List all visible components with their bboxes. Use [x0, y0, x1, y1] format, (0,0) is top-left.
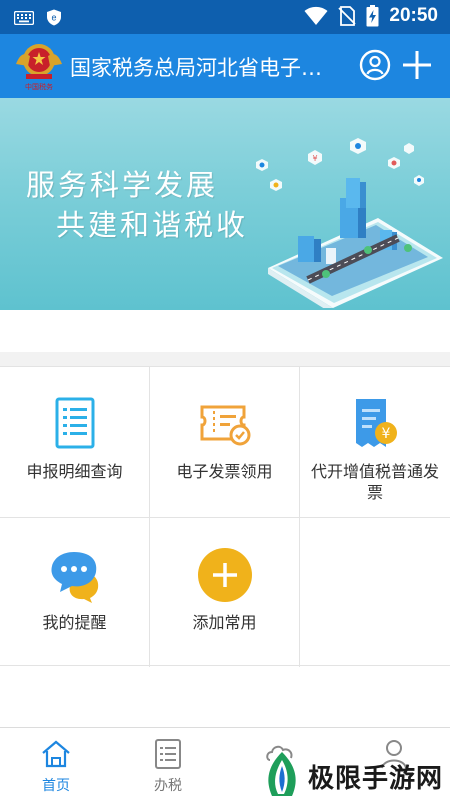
grid-item-label: 我的提醒	[42, 613, 107, 632]
app-title: 国家税务总局河北省电子税务局	[70, 56, 340, 80]
grid-item-e-invoice[interactable]: 电子发票领用	[150, 367, 300, 517]
banner-slogan-line2: 共建和谐税收	[56, 208, 249, 242]
grid-item-label: 电子发票领用	[176, 462, 273, 481]
svg-text:中国税务: 中国税务	[25, 82, 53, 91]
yuan-invoice-icon: ¥	[356, 399, 397, 447]
battery-charging-icon	[366, 5, 379, 27]
nav-label: 首页	[42, 778, 70, 794]
banner-indicator-strip	[0, 310, 450, 352]
grid-item-empty	[300, 517, 450, 667]
svg-text:e: e	[51, 13, 56, 23]
site-watermark: 极限手游网	[258, 750, 448, 798]
status-bar: e 20:50	[0, 0, 450, 34]
chat-bubble-icon	[51, 552, 99, 603]
no-sim-icon	[338, 6, 357, 26]
smart-city-phone-illustration: ¥	[256, 138, 443, 308]
watermark-logo-icon	[268, 752, 296, 796]
app-bar: 中国税务 国家税务总局河北省电子税务局	[0, 34, 450, 98]
grid-item-my-reminders[interactable]: 我的提醒	[0, 517, 150, 667]
svg-text:¥: ¥	[382, 426, 391, 442]
svg-text:¥: ¥	[312, 154, 317, 163]
watermark-text: 极限手游网	[308, 764, 444, 794]
tax-emblem-icon: 中国税务	[16, 44, 62, 91]
nav-label: 办税	[154, 778, 182, 794]
function-grid: 申报明细查询 电子发票领用 ¥ 代开增值税普通发票 我的提醒 添加常用	[0, 366, 450, 667]
add-circle-icon	[198, 548, 252, 602]
nav-tax[interactable]: 办税	[112, 728, 224, 800]
wifi-icon	[304, 6, 328, 25]
section-divider	[0, 352, 450, 366]
promo-banner[interactable]: 服务科学发展 共建和谐税收 ¥	[0, 98, 450, 310]
grid-item-vat-invoice[interactable]: ¥ 代开增值税普通发票	[300, 367, 450, 517]
list-doc-icon	[155, 739, 181, 769]
grid-item-label: 申报明细查询	[26, 462, 123, 481]
banner-slogan-line1: 服务科学发展	[26, 168, 219, 202]
vpn-shield-icon: e	[47, 9, 61, 26]
status-time: 20:50	[389, 5, 438, 26]
grid-item-label: 添加常用	[192, 613, 257, 632]
grid-item-label: 代开增值税普通发票	[310, 462, 439, 502]
keyboard-icon	[14, 10, 34, 25]
grid-item-add-common[interactable]: 添加常用	[150, 517, 300, 667]
user-icon[interactable]	[359, 49, 391, 81]
document-list-icon	[55, 397, 95, 449]
home-icon	[42, 740, 70, 768]
nav-home[interactable]: 首页	[0, 728, 112, 800]
grid-item-declaration-query[interactable]: 申报明细查询	[0, 367, 150, 517]
invoice-ticket-icon	[200, 405, 251, 446]
add-icon[interactable]	[401, 49, 433, 81]
